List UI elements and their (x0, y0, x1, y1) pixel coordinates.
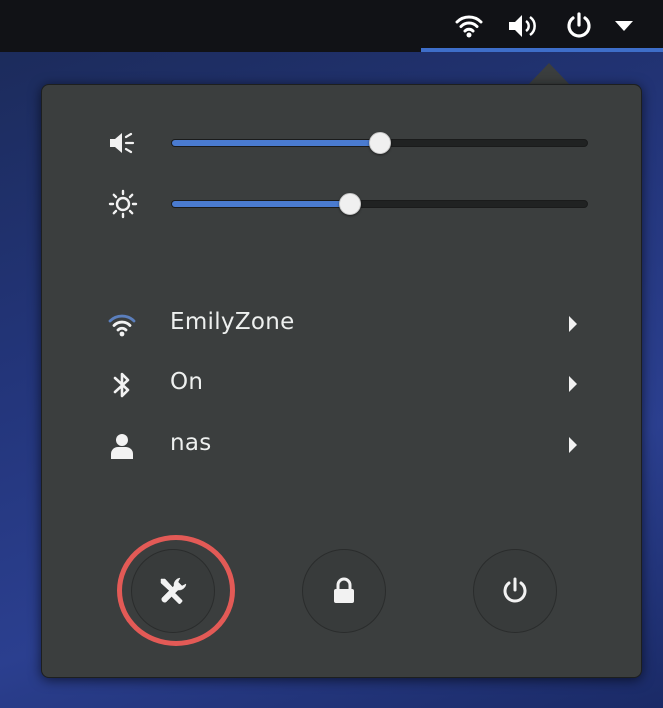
wifi-network-item[interactable]: EmilyZone (41, 297, 640, 353)
volume-icon (107, 128, 137, 158)
lock-button[interactable] (302, 549, 386, 633)
menu-pointer (528, 63, 570, 85)
dropdown-arrow-icon[interactable] (606, 8, 642, 44)
brightness-icon (108, 189, 138, 219)
volume-slider-handle[interactable] (368, 132, 391, 154)
power-off-button[interactable] (473, 549, 557, 633)
brightness-slider[interactable] (171, 200, 588, 208)
user-item[interactable]: nas (41, 418, 640, 474)
bluetooth-label: On (170, 369, 204, 395)
chevron-right-icon (569, 316, 577, 332)
brightness-slider-fill (172, 201, 351, 207)
bluetooth-item[interactable]: On (41, 357, 640, 413)
wifi-icon (107, 310, 137, 340)
user-label: nas (170, 430, 212, 456)
user-icon (107, 431, 137, 461)
wifi-network-label: EmilyZone (170, 309, 295, 335)
volume-slider-fill (172, 140, 380, 146)
chevron-right-icon (569, 376, 577, 392)
system-menu-active-indicator (421, 48, 663, 52)
power-icon[interactable] (561, 8, 597, 44)
volume-icon[interactable] (504, 8, 540, 44)
settings-highlight-ring (117, 535, 235, 646)
power-icon (503, 577, 527, 603)
chevron-right-icon (569, 437, 577, 453)
wifi-icon[interactable] (451, 8, 487, 44)
lock-icon (334, 577, 354, 603)
bluetooth-icon (107, 370, 137, 400)
